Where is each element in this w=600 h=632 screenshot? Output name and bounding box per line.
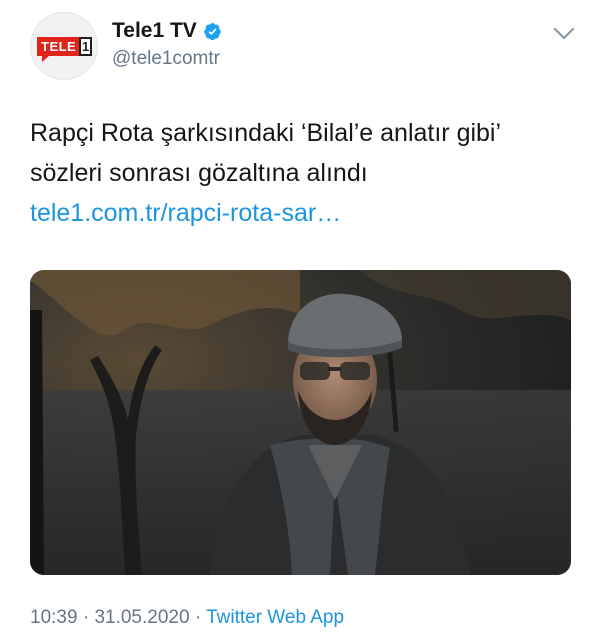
tweet-link[interactable]: tele1.com.tr/rapci-rota-sar… (30, 193, 575, 233)
source-app-link[interactable]: Twitter Web App (206, 607, 344, 628)
meta-separator-2: · (194, 607, 202, 628)
chevron-down-icon[interactable] (553, 27, 575, 41)
tweet-date[interactable]: 31.05.2020 (94, 607, 189, 628)
display-name-row[interactable]: Tele1 TV (112, 19, 222, 43)
tweet-card: TELE 1 Tele1 TV @tele1comtr Rapçi Rota ş… (0, 0, 600, 632)
avatar[interactable]: TELE 1 (30, 12, 98, 80)
logo-digit: 1 (79, 37, 92, 56)
photo-illustration (30, 270, 571, 575)
tweet-text: Rapçi Rota şarkısındaki ‘Bilal’e anlatır… (30, 113, 575, 233)
verified-badge-icon (204, 22, 221, 40)
logo-tail-shape (42, 55, 50, 62)
tweet-media-photo[interactable] (30, 270, 571, 575)
tele1-logo: TELE 1 (37, 37, 92, 56)
logo-text: TELE (37, 37, 80, 56)
tweet-text-line-1: Rapçi Rota şarkısındaki ‘Bilal’e anlatır… (30, 119, 502, 147)
tweet-timestamp: 10:39 · 31.05.2020 · Twitter Web App (30, 607, 344, 629)
tweet-text-line-2: sözleri sonrası gözaltına alındı (30, 159, 368, 187)
tweet-time[interactable]: 10:39 (30, 607, 78, 628)
meta-separator-1: · (82, 607, 90, 628)
display-name[interactable]: Tele1 TV (112, 19, 197, 43)
handle[interactable]: @tele1comtr (112, 48, 220, 70)
